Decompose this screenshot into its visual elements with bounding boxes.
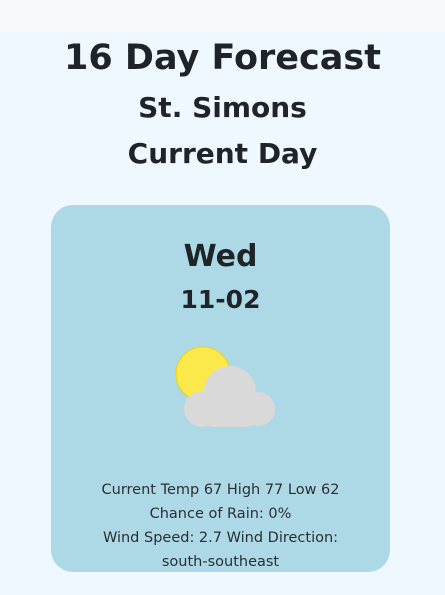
top-bar <box>0 0 445 32</box>
partly-cloudy-icon <box>175 346 275 427</box>
section-subtitle: Current Day <box>127 137 318 170</box>
temperature-line: Current Temp 67 High 77 Low 62 <box>101 482 340 498</box>
forecast-date: 11-02 <box>180 285 261 314</box>
wind-speed-line: Wind Speed: 2.7 Wind Direction: <box>102 530 339 546</box>
forecast-details: Current Temp 67 High 77 Low 62 Chance of… <box>81 478 360 574</box>
wind-direction-line: south-southeast <box>161 554 280 570</box>
city-name: St. Simons <box>138 91 307 124</box>
rain-chance-line: Chance of Rain: 0% <box>149 506 292 522</box>
forecast-card: Wed 11-02 Current Temp 67 High 77 Low 62… <box>51 205 390 572</box>
page-title: 16 Day Forecast <box>64 38 381 78</box>
page-content: 16 Day Forecast St. Simons Current Day W… <box>0 32 445 595</box>
forecast-day: Wed <box>183 239 258 274</box>
